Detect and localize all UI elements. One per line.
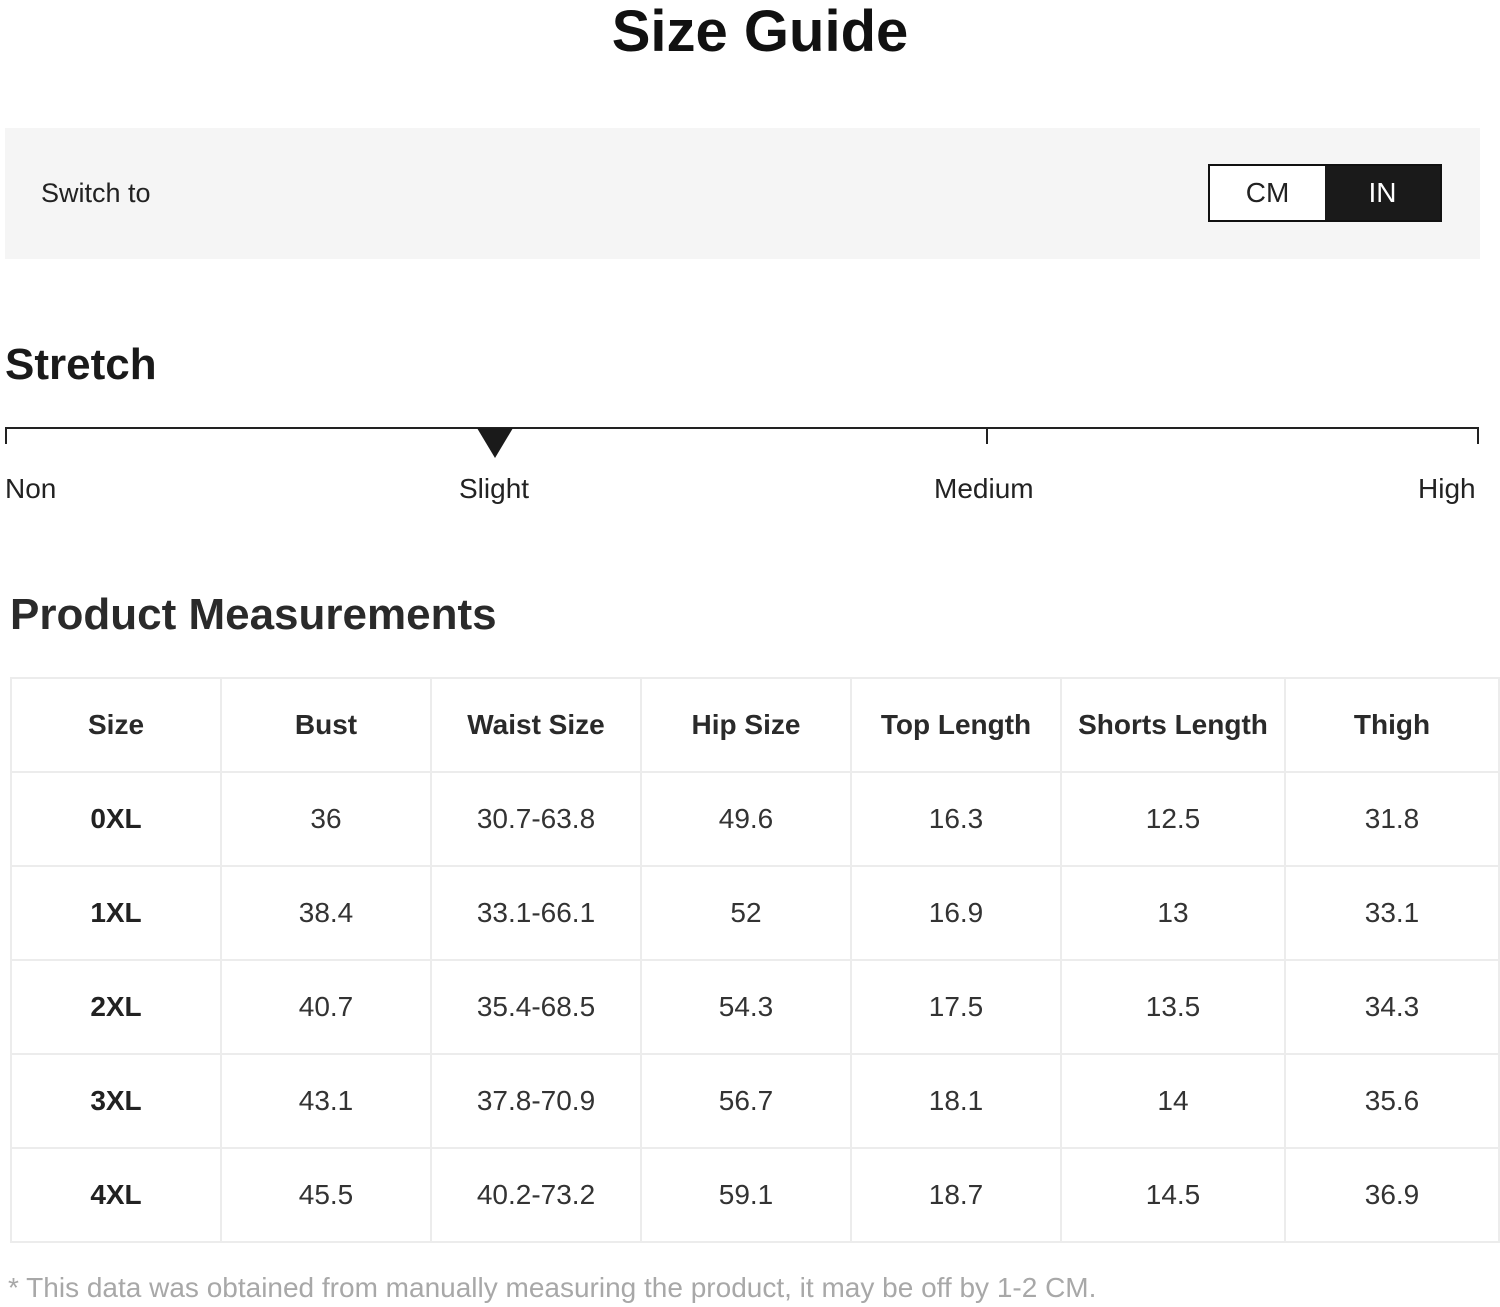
table-cell: 14: [1060, 1053, 1286, 1149]
table-cell: 13: [1060, 865, 1286, 961]
size-cell: 3XL: [10, 1053, 222, 1149]
table-cell: 18.7: [850, 1147, 1062, 1243]
column-header: Shorts Length: [1060, 677, 1286, 773]
scale-tick-non: [5, 427, 7, 444]
product-measurements-title: Product Measurements: [10, 590, 497, 639]
table-cell: 40.2-73.2: [430, 1147, 642, 1243]
table-row: 1XL 38.4 33.1-66.1 52 16.9 13 33.1: [10, 865, 1500, 961]
table-cell: 35.6: [1284, 1053, 1500, 1149]
table-header-row: Size Bust Waist Size Hip Size Top Length…: [10, 677, 1500, 773]
in-unit-button[interactable]: IN: [1325, 166, 1440, 220]
table-cell: 43.1: [220, 1053, 432, 1149]
table-cell: 16.9: [850, 865, 1062, 961]
table-cell: 30.7-63.8: [430, 771, 642, 867]
table-cell: 36.9: [1284, 1147, 1500, 1243]
table-cell: 14.5: [1060, 1147, 1286, 1243]
column-header: Size: [10, 677, 222, 773]
measurement-footnote: * This data was obtained from manually m…: [8, 1272, 1097, 1303]
column-header: Waist Size: [430, 677, 642, 773]
size-cell: 1XL: [10, 865, 222, 961]
stretch-label-non: Non: [5, 473, 57, 504]
table-cell: 59.1: [640, 1147, 852, 1243]
scale-tick-medium: [986, 427, 988, 444]
stretch-label-medium: Medium: [934, 473, 1034, 504]
table-cell: 16.3: [850, 771, 1062, 867]
column-header: Hip Size: [640, 677, 852, 773]
table-cell: 56.7: [640, 1053, 852, 1149]
stretch-title: Stretch: [5, 340, 157, 389]
table-row: 0XL 36 30.7-63.8 49.6 16.3 12.5 31.8: [10, 771, 1500, 867]
cm-unit-button[interactable]: CM: [1210, 166, 1325, 220]
table-cell: 36: [220, 771, 432, 867]
switch-to-label: Switch to: [41, 178, 151, 208]
table-cell: 12.5: [1060, 771, 1286, 867]
scale-tick-high: [1477, 427, 1479, 444]
table-cell: 33.1-66.1: [430, 865, 642, 961]
column-header: Bust: [220, 677, 432, 773]
table-cell: 52: [640, 865, 852, 961]
measurements-table: Size Bust Waist Size Hip Size Top Length…: [10, 677, 1500, 1243]
page-title: Size Guide: [611, 0, 909, 64]
table-cell: 37.8-70.9: [430, 1053, 642, 1149]
size-cell: 0XL: [10, 771, 222, 867]
table-row: 4XL 45.5 40.2-73.2 59.1 18.7 14.5 36.9: [10, 1147, 1500, 1243]
stretch-label-slight: Slight: [459, 473, 530, 504]
stretch-level-marker-icon: [477, 428, 513, 458]
column-header: Top Length: [850, 677, 1062, 773]
size-cell: 4XL: [10, 1147, 222, 1243]
table-cell: 38.4: [220, 865, 432, 961]
table-cell: 17.5: [850, 959, 1062, 1055]
unit-switch-bar: Switch to CM IN: [5, 128, 1480, 259]
table-cell: 13.5: [1060, 959, 1286, 1055]
table-cell: 34.3: [1284, 959, 1500, 1055]
size-cell: 2XL: [10, 959, 222, 1055]
table-cell: 40.7: [220, 959, 432, 1055]
table-cell: 31.8: [1284, 771, 1500, 867]
stretch-scale-line: [5, 427, 1479, 429]
stretch-label-high: High: [1418, 473, 1476, 504]
table-row: 3XL 43.1 37.8-70.9 56.7 18.1 14 35.6: [10, 1053, 1500, 1149]
table-cell: 45.5: [220, 1147, 432, 1243]
table-cell: 33.1: [1284, 865, 1500, 961]
table-cell: 35.4-68.5: [430, 959, 642, 1055]
table-cell: 54.3: [640, 959, 852, 1055]
column-header: Thigh: [1284, 677, 1500, 773]
unit-toggle: CM IN: [1208, 164, 1442, 222]
table-cell: 18.1: [850, 1053, 1062, 1149]
table-cell: 49.6: [640, 771, 852, 867]
table-row: 2XL 40.7 35.4-68.5 54.3 17.5 13.5 34.3: [10, 959, 1500, 1055]
